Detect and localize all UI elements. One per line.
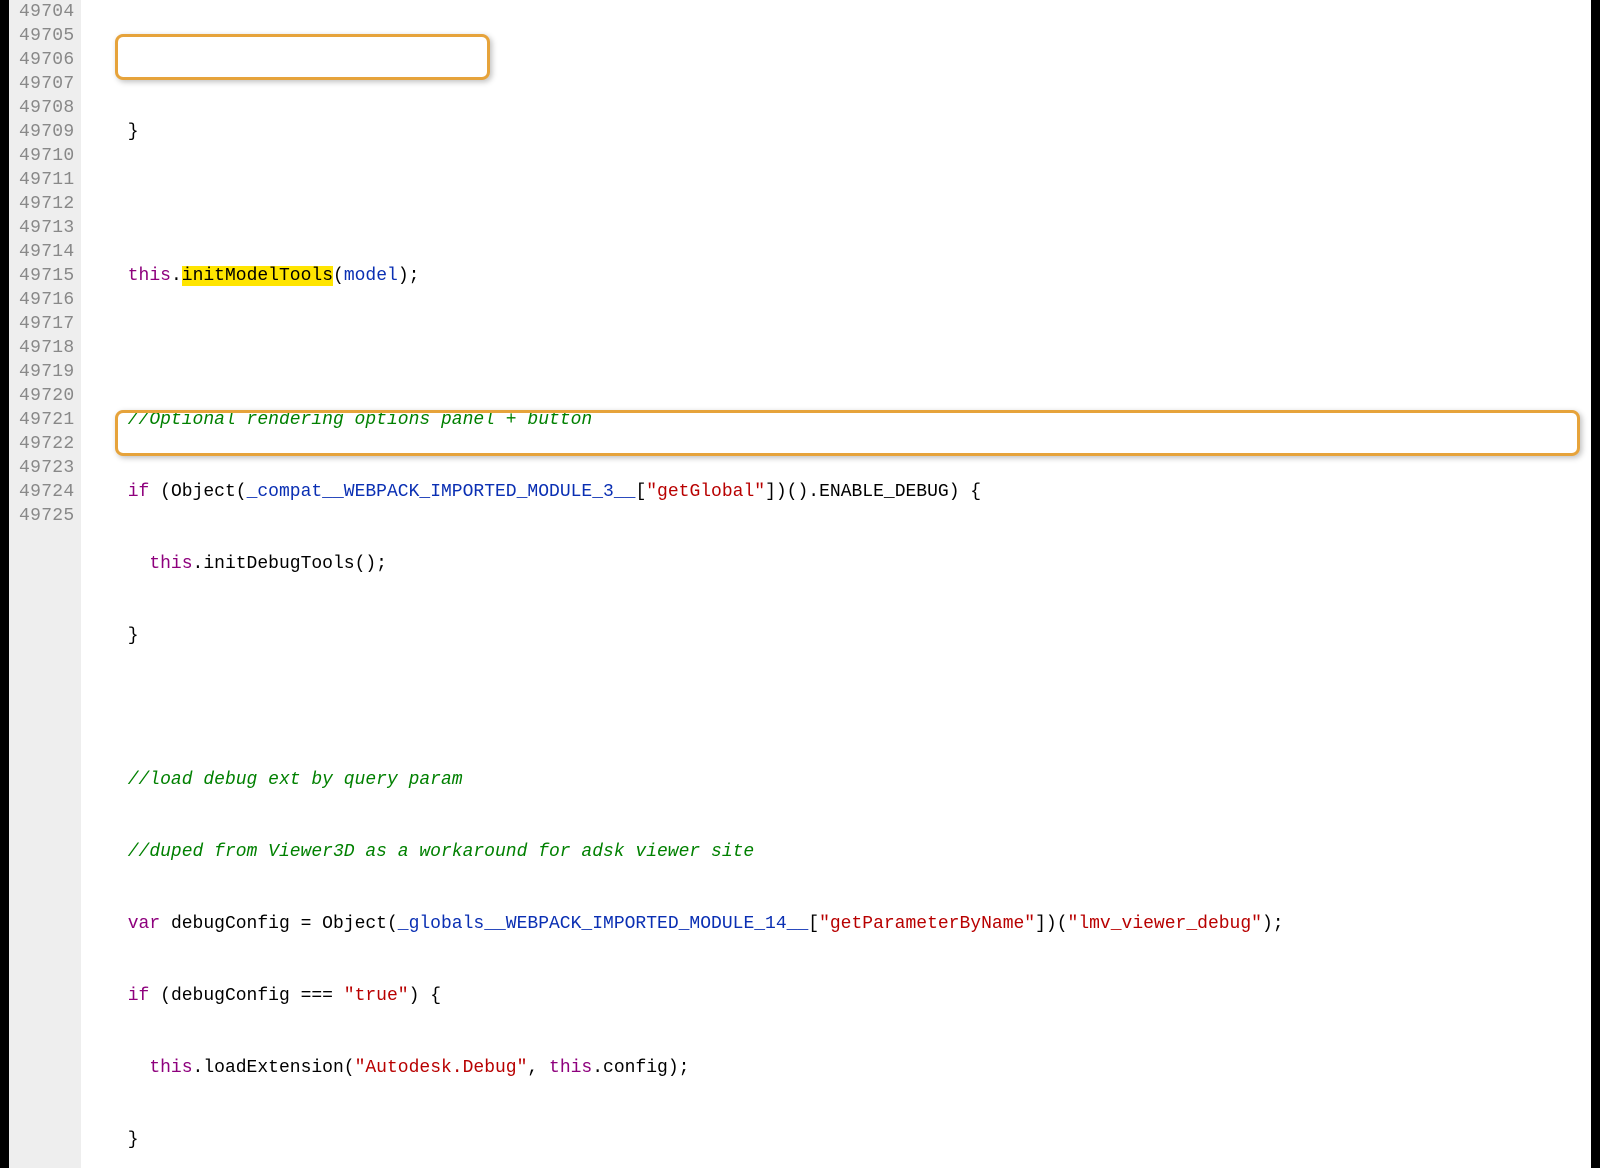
code-line: if (Object(_compat__WEBPACK_IMPORTED_MOD… [85,480,1591,504]
code-line: this.initModelTools(model); [85,264,1591,288]
line-number: 49713 [19,216,75,240]
line-number: 49708 [19,96,75,120]
line-number: 49715 [19,264,75,288]
line-number: 49711 [19,168,75,192]
code-line: } [85,624,1591,648]
highlight-box-1 [115,34,490,80]
line-number: 49724 [19,480,75,504]
line-number: 49718 [19,336,75,360]
line-number: 49723 [19,456,75,480]
code-line [85,696,1591,720]
code-line: //duped from Viewer3D as a workaround fo… [85,840,1591,864]
line-number: 49719 [19,360,75,384]
line-number: 49716 [19,288,75,312]
code-line: //Optional rendering options panel + but… [85,408,1591,432]
line-number: 49714 [19,240,75,264]
code-line: } [85,1128,1591,1152]
line-number: 49709 [19,120,75,144]
code-line: this.loadExtension("Autodesk.Debug", thi… [85,1056,1591,1080]
code-line [85,192,1591,216]
code-line: } [85,120,1591,144]
line-number: 49705 [19,24,75,48]
line-number: 49706 [19,48,75,72]
code-editor-frame: 4970449705497064970749708497094971049711… [0,0,1600,1168]
code-line: //load debug ext by query param [85,768,1591,792]
line-number: 49721 [19,408,75,432]
code-line [85,336,1591,360]
line-number: 49707 [19,72,75,96]
line-number-gutter: 4970449705497064970749708497094971049711… [9,0,81,1168]
code-line: this.initDebugTools(); [85,552,1591,576]
line-number: 49704 [19,0,75,24]
line-number: 49717 [19,312,75,336]
line-number: 49710 [19,144,75,168]
code-content[interactable]: } this.initModelTools(model); //Optional… [81,0,1591,1168]
line-number: 49720 [19,384,75,408]
code-line: if (debugConfig === "true") { [85,984,1591,1008]
line-number: 49712 [19,192,75,216]
line-number: 49722 [19,432,75,456]
code-line: var debugConfig = Object(_globals__WEBPA… [85,912,1591,936]
code-area: 4970449705497064970749708497094971049711… [9,0,1591,1168]
search-match: initModelTools [182,266,333,286]
line-number: 49725 [19,504,75,528]
